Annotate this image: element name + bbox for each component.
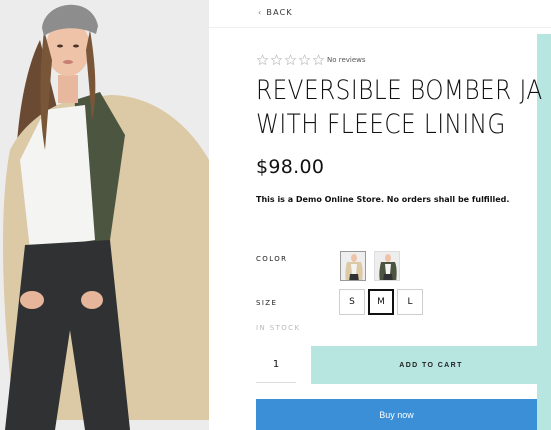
size-option-s[interactable]: S <box>339 289 365 315</box>
product-title-line-2: WITH FLEECE LINING <box>256 109 506 140</box>
star-outline-icon <box>298 54 311 66</box>
product-image <box>0 0 209 430</box>
rating-stars[interactable] <box>256 54 326 66</box>
size-option-m[interactable]: M <box>368 289 394 315</box>
product-title: REVERSIBLE BOMBER JA WITH FLEECE LINING <box>256 74 543 142</box>
size-selector: S M L <box>339 289 426 315</box>
star-outline-icon <box>256 54 269 66</box>
color-label: COLOR <box>256 255 288 263</box>
demo-store-notice: This is a Demo Online Store. No orders s… <box>256 195 510 204</box>
star-outline-icon <box>284 54 297 66</box>
product-price: $98.00 <box>256 156 325 178</box>
color-swatch-beige[interactable] <box>340 251 366 281</box>
size-label: SIZE <box>256 299 278 307</box>
color-swatch-green[interactable] <box>374 251 400 281</box>
product-page: ‹ BACK No reviews REVERSIBLE BOMBER JA WI… <box>0 0 551 430</box>
quantity-input[interactable]: 1 <box>256 347 296 383</box>
size-option-l[interactable]: L <box>397 289 423 315</box>
star-outline-icon <box>270 54 283 66</box>
color-swatches <box>340 251 408 281</box>
product-title-line-1: REVERSIBLE BOMBER JA <box>256 75 543 106</box>
buy-now-button[interactable]: Buy now <box>256 399 537 430</box>
star-outline-icon <box>312 54 325 66</box>
back-link[interactable]: ‹ BACK <box>258 8 293 17</box>
back-label: BACK <box>266 8 293 17</box>
reviews-count[interactable]: No reviews <box>327 56 366 64</box>
stock-status: IN STOCK <box>256 324 301 332</box>
add-to-cart-button[interactable]: ADD TO CART <box>311 346 551 384</box>
divider <box>209 27 551 28</box>
chevron-left-icon: ‹ <box>258 8 263 17</box>
